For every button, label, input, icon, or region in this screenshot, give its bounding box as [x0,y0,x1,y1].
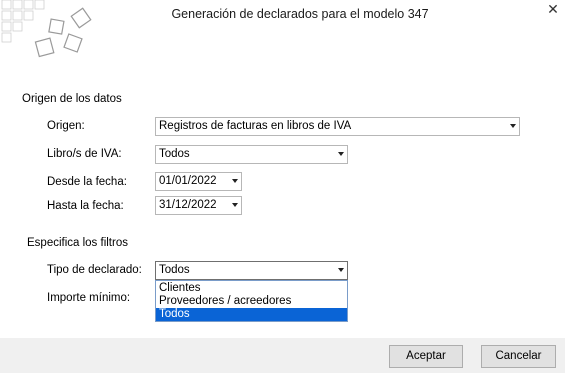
chevron-down-icon [232,203,238,207]
desde-value: 01/01/2022 [159,175,217,187]
section-heading-filtros: Especifica los filtros [27,237,128,249]
origen-label: Origen: [47,120,85,132]
chevron-down-icon [510,124,516,128]
desde-label: Desde la fecha: [47,176,127,188]
hasta-label: Hasta la fecha: [47,200,124,212]
accept-button[interactable]: Aceptar [389,345,463,368]
origen-select[interactable]: Registros de facturas en libros de IVA [155,117,520,136]
section-heading-origen: Origen de los datos [22,93,122,105]
dialog-title: Generación de declarados para el modelo … [171,7,429,21]
tipo-declarado-value: Todos [159,264,190,276]
libros-label: Libro/s de IVA: [47,148,122,160]
chevron-down-icon [232,179,238,183]
tipo-declarado-dropdown-list[interactable]: Clientes Proveedores / acreedores Todos [155,280,348,322]
tipo-declarado-select[interactable]: Todos [155,261,348,280]
importe-minimo-label: Importe mínimo: [47,292,131,304]
libros-value: Todos [159,148,190,160]
libros-select[interactable]: Todos [155,145,348,164]
origen-value: Registros de facturas en libros de IVA [159,120,352,132]
dropdown-option-todos[interactable]: Todos [156,308,347,321]
hasta-date-picker[interactable]: 31/12/2022 [155,196,242,215]
dropdown-option-clientes[interactable]: Clientes [156,282,347,295]
cancel-button[interactable]: Cancelar [481,345,556,368]
close-icon[interactable]: ✕ [546,2,560,16]
dropdown-option-proveedores[interactable]: Proveedores / acreedores [156,295,347,308]
chevron-down-icon [338,152,344,156]
tipo-declarado-label: Tipo de declarado: [47,264,142,276]
chevron-down-icon [338,268,344,272]
desde-date-picker[interactable]: 01/01/2022 [155,172,242,191]
hasta-value: 31/12/2022 [159,199,217,211]
